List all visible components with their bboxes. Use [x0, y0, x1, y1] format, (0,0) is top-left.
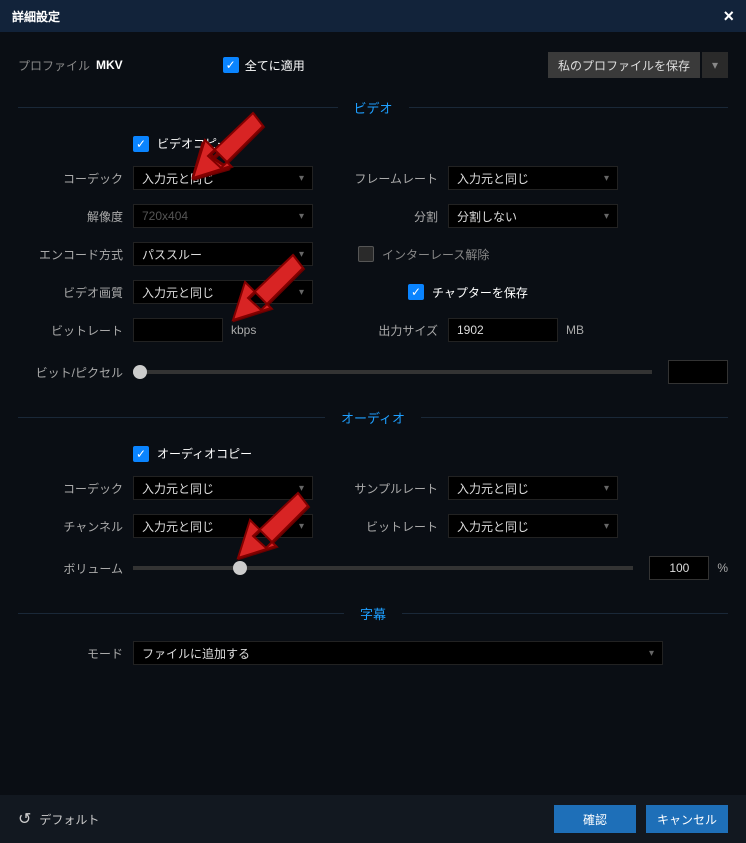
interlace-checkbox[interactable]: インターレース解除 — [358, 246, 489, 263]
outsize-label: 出力サイズ — [348, 322, 448, 339]
audio-bitrate-select[interactable]: 入力元と同じ▾ — [448, 514, 618, 538]
encode-select[interactable]: パススルー▾ — [133, 242, 313, 266]
volume-label: ボリューム — [18, 560, 133, 577]
slider-thumb[interactable] — [233, 561, 247, 575]
codec-label: コーデック — [18, 170, 133, 187]
subtitle-panel: 字幕 モード ファイルに追加する▾ — [0, 604, 746, 689]
subtitle-section-header: 字幕 — [18, 604, 728, 623]
channel-label: チャンネル — [18, 518, 133, 535]
apply-all-label: 全てに適用 — [245, 57, 305, 74]
encode-label: エンコード方式 — [18, 246, 133, 263]
profile-name: MKV — [96, 58, 123, 72]
chevron-down-icon: ▾ — [649, 648, 654, 659]
audio-copy-checkbox[interactable]: ✓ オーディオコピー — [18, 445, 728, 462]
slider-thumb[interactable] — [133, 365, 147, 379]
quality-select[interactable]: 入力元と同じ▾ — [133, 280, 313, 304]
chevron-down-icon: ▾ — [604, 211, 609, 222]
bitrate-label: ビットレート — [18, 322, 133, 339]
titlebar: 詳細設定 × — [0, 0, 746, 32]
video-copy-checkbox[interactable]: ✓ ビデオコピー — [18, 135, 728, 152]
save-profile-button[interactable]: 私のプロファイルを保存 — [548, 52, 700, 78]
profile-label: プロファイル — [18, 57, 90, 74]
chapter-save-checkbox[interactable]: ✓ チャプターを保存 — [408, 284, 528, 301]
volume-unit: % — [717, 561, 728, 575]
audio-panel: オーディオ ✓ オーディオコピー コーデック 入力元と同じ▾ サンプルレート 入… — [0, 408, 746, 598]
footer: ↺ デフォルト 確認 キャンセル — [0, 795, 746, 843]
volume-value: 100 — [649, 556, 709, 580]
split-select[interactable]: 分割しない▾ — [448, 204, 618, 228]
samplerate-label: サンプルレート — [348, 480, 448, 497]
audio-codec-label: コーデック — [18, 480, 133, 497]
checkbox-empty-icon — [358, 246, 374, 262]
default-button[interactable]: ↺ デフォルト — [18, 809, 99, 829]
profile-row: プロファイル MKV ✓ 全てに適用 私のプロファイルを保存 ▾ — [0, 32, 746, 92]
chevron-down-icon: ▾ — [299, 173, 304, 184]
cancel-button[interactable]: キャンセル — [646, 805, 728, 833]
check-icon: ✓ — [408, 284, 424, 300]
chevron-down-icon: ▾ — [299, 483, 304, 494]
resolution-select[interactable]: 720x404▾ — [133, 204, 313, 228]
subtitle-mode-select[interactable]: ファイルに追加する▾ — [133, 641, 663, 665]
chevron-down-icon: ▾ — [299, 211, 304, 222]
reset-icon: ↺ — [18, 809, 31, 829]
volume-slider[interactable] — [133, 566, 633, 570]
chevron-down-icon: ▾ — [604, 521, 609, 532]
video-panel: ビデオ ✓ ビデオコピー コーデック 入力元と同じ▾ フレームレート 入力元と同… — [0, 98, 746, 402]
framerate-select[interactable]: 入力元と同じ▾ — [448, 166, 618, 190]
save-profile-dropdown[interactable]: ▾ — [702, 52, 728, 78]
channel-select[interactable]: 入力元と同じ▾ — [133, 514, 313, 538]
audio-codec-select[interactable]: 入力元と同じ▾ — [133, 476, 313, 500]
bpp-label: ビット/ピクセル — [18, 364, 133, 381]
dialog-title: 詳細設定 — [12, 8, 60, 25]
check-icon: ✓ — [133, 136, 149, 152]
split-label: 分割 — [348, 208, 448, 225]
chevron-down-icon: ▾ — [604, 483, 609, 494]
bpp-slider[interactable] — [133, 370, 652, 374]
outsize-unit: MB — [566, 323, 584, 337]
video-bitrate-input[interactable] — [133, 318, 223, 342]
outsize-input[interactable] — [448, 318, 558, 342]
chevron-down-icon: ▾ — [299, 287, 304, 298]
framerate-label: フレームレート — [348, 170, 448, 187]
chevron-down-icon: ▾ — [712, 58, 718, 72]
chevron-down-icon: ▾ — [299, 249, 304, 260]
resolution-label: 解像度 — [18, 208, 133, 225]
chevron-down-icon: ▾ — [604, 173, 609, 184]
apply-all-checkbox[interactable]: ✓ 全てに適用 — [223, 57, 305, 74]
video-section-header: ビデオ — [18, 98, 728, 117]
audio-section-header: オーディオ — [18, 408, 728, 427]
audio-bitrate-label: ビットレート — [348, 518, 448, 535]
check-icon: ✓ — [223, 57, 239, 73]
quality-label: ビデオ画質 — [18, 284, 133, 301]
check-icon: ✓ — [133, 446, 149, 462]
mode-label: モード — [18, 645, 133, 662]
video-codec-select[interactable]: 入力元と同じ▾ — [133, 166, 313, 190]
samplerate-select[interactable]: 入力元と同じ▾ — [448, 476, 618, 500]
close-icon[interactable]: × — [723, 6, 734, 27]
chevron-down-icon: ▾ — [299, 521, 304, 532]
bitrate-unit: kbps — [231, 323, 256, 337]
ok-button[interactable]: 確認 — [554, 805, 636, 833]
bpp-value — [668, 360, 728, 384]
